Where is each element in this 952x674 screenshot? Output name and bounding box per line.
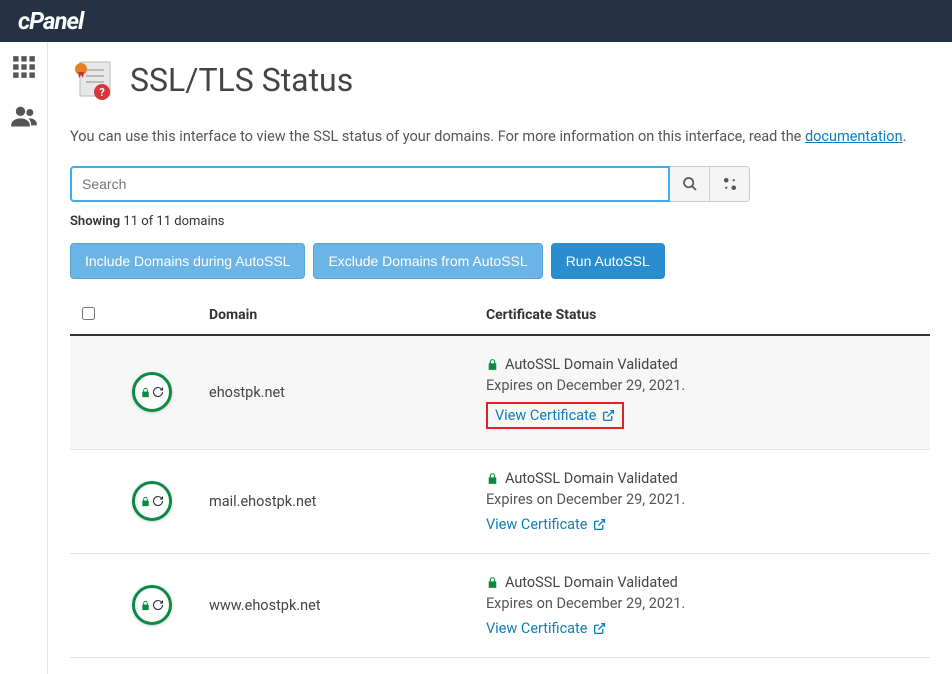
apps-icon[interactable] — [11, 54, 37, 84]
cert-expires-text: Expires on December 29, 2021. — [486, 377, 918, 394]
intro-text-part1: You can use this interface to view the S… — [70, 128, 805, 145]
documentation-link[interactable]: documentation — [805, 128, 903, 145]
refresh-icon — [152, 599, 164, 611]
sidenav — [0, 42, 48, 674]
run-autossl-button[interactable]: Run AutoSSL — [551, 243, 665, 279]
search-row — [70, 166, 930, 202]
lock-icon — [486, 357, 499, 372]
cert-status-cell: AutoSSL Domain Validated Expires on Decem… — [474, 449, 930, 553]
domain-cell: www.ehostpk.net — [197, 553, 474, 657]
ssl-certificate-icon: ? — [70, 58, 114, 102]
action-buttons: Include Domains during AutoSSL Exclude D… — [70, 243, 930, 279]
refresh-icon — [152, 386, 164, 398]
highlight-box: View Certificate — [486, 402, 624, 429]
cert-status-icon — [132, 481, 172, 521]
external-link-icon — [602, 409, 615, 422]
table-row: ehostpk.net AutoSSL Domain Validated Expir… — [70, 335, 930, 450]
search-input[interactable] — [70, 166, 670, 202]
table-row: www.ehostpk.net AutoSSL Domain Validated E… — [70, 553, 930, 657]
lock-icon — [140, 386, 151, 399]
cert-status-text: AutoSSL Domain Validated — [505, 574, 678, 591]
lock-icon — [140, 495, 151, 508]
domain-header: Domain — [197, 297, 474, 335]
view-certificate-link[interactable]: View Certificate — [486, 620, 606, 637]
page-title: SSL/TLS Status — [130, 61, 353, 99]
select-all-checkbox[interactable] — [82, 307, 95, 320]
table-header-row: Domain Certificate Status — [70, 297, 930, 335]
domains-table: Domain Certificate Status ehostpk.netAut… — [70, 297, 930, 658]
lock-icon — [486, 471, 499, 486]
lock-icon — [486, 575, 499, 590]
intro-text: You can use this interface to view the S… — [70, 126, 930, 148]
cpanel-logo: cPanel — [18, 7, 83, 35]
view-certificate-link[interactable]: View Certificate — [486, 516, 606, 533]
domain-cell: mail.ehostpk.net — [197, 449, 474, 553]
intro-text-part2: . — [903, 128, 907, 145]
settings-button[interactable] — [710, 166, 750, 202]
topbar: cPanel — [0, 0, 952, 42]
main-content: ? SSL/TLS Status You can use this interf… — [48, 42, 952, 674]
cert-expires-text: Expires on December 29, 2021. — [486, 491, 918, 508]
refresh-icon — [152, 495, 164, 507]
cert-status-icon — [132, 585, 172, 625]
page-header: ? SSL/TLS Status — [70, 58, 930, 102]
cert-status-text: AutoSSL Domain Validated — [505, 356, 678, 373]
cert-status-header: Certificate Status — [474, 297, 930, 335]
external-link-icon — [593, 622, 606, 635]
cert-status-cell: AutoSSL Domain Validated Expires on Decem… — [474, 335, 930, 450]
search-button[interactable] — [670, 166, 710, 202]
external-link-icon — [593, 518, 606, 531]
users-icon[interactable] — [10, 102, 38, 134]
exclude-domains-button[interactable]: Exclude Domains from AutoSSL — [313, 243, 542, 279]
svg-text:?: ? — [99, 86, 105, 99]
table-row: mail.ehostpk.netAutoSSL Domain Validated… — [70, 449, 930, 553]
view-certificate-link[interactable]: View Certificate — [495, 407, 615, 424]
cert-status-icon — [132, 372, 172, 412]
showing-text: Showing 11 of 11 domains — [70, 214, 930, 229]
cert-status-cell: AutoSSL Domain Validated Expires on Decem… — [474, 553, 930, 657]
lock-icon — [140, 599, 151, 612]
cert-status-text: AutoSSL Domain Validated — [505, 470, 678, 487]
showing-label: Showing — [70, 214, 123, 229]
cert-expires-text: Expires on December 29, 2021. — [486, 595, 918, 612]
showing-count: 11 of 11 domains — [123, 214, 224, 229]
include-domains-button[interactable]: Include Domains during AutoSSL — [70, 243, 305, 279]
domain-cell: ehostpk.net — [197, 335, 474, 450]
